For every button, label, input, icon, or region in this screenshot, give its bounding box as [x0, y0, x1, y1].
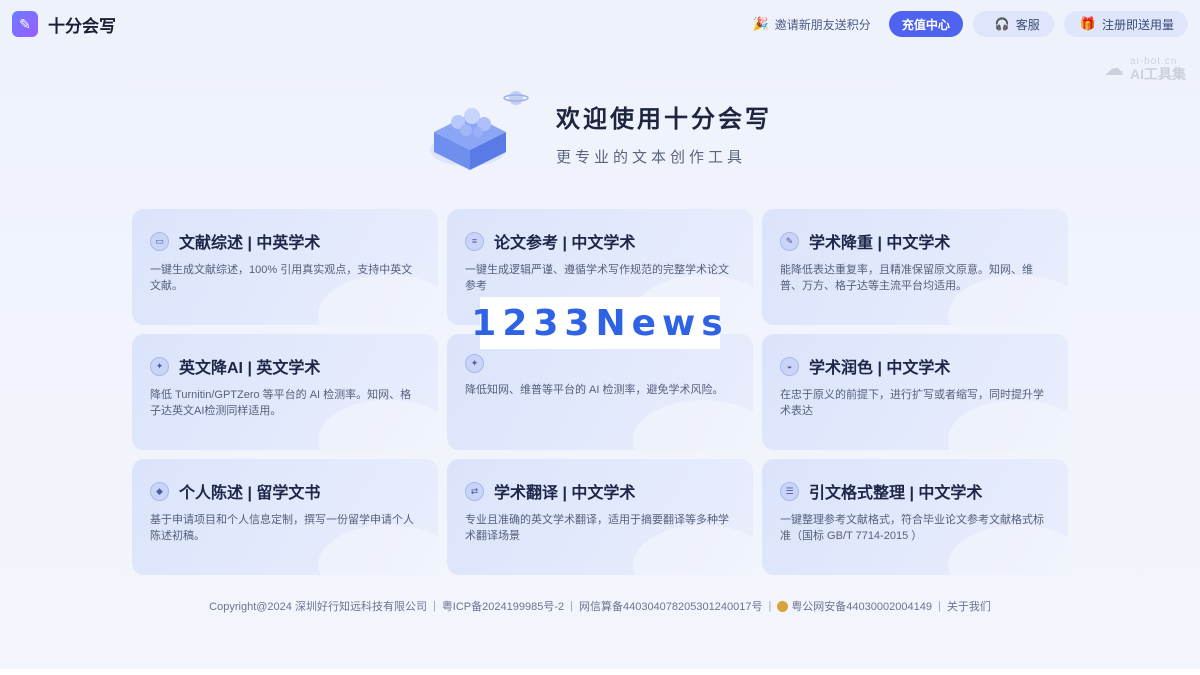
hero: 欢迎使用十分会写 更专业的文本创作工具 [428, 84, 772, 182]
paper-icon: ≡ [465, 231, 484, 251]
footer-police-text: 粤公网安备44030002004149 [791, 601, 932, 613]
invite-link[interactable]: 🎉 邀请新朋友送积分 [753, 16, 871, 33]
register-button[interactable]: 🎁 注册即送用量 [1063, 11, 1188, 37]
card-desc: 一键生成文献综述，100% 引用真实观点，支持中英文文献。 [150, 264, 413, 292]
footer-about-link[interactable]: 关于我们 [947, 598, 991, 614]
cube-illustration-icon [430, 91, 529, 170]
footer-copyright: Copyright@2024 深圳好行知远科技有限公司 [209, 601, 427, 613]
card-literature-review[interactable]: ▭ 文献综述 | 中英学术 一键生成文献综述，100% 引用真实观点，支持中英文… [132, 209, 438, 325]
footer-separator: | [432, 600, 436, 612]
card-desc: 一键整理参考文献格式，符合毕业论文参考文献格式标准（国标 GB/T 7714-2… [780, 514, 1044, 542]
watermark: ☁ ai-bot.cn AI工具集 [1104, 56, 1186, 81]
card-title: 学术润色 | 中文学术 [809, 360, 951, 377]
translate-icon: ⇄ [465, 481, 484, 501]
card-desc: 能降低表达重复率，且精准保留原文原意。知网、维普、万方、格子达等主流平台均适用。 [780, 264, 1033, 292]
headset-icon: 🎧 [994, 17, 1010, 31]
card-title: 英文降AI | 英文学术 [179, 360, 321, 377]
register-label: 注册即送用量 [1101, 17, 1174, 32]
card-academic-rewrite[interactable]: ✎ 学术降重 | 中文学术 能降低表达重复率，且精准保留原文原意。知网、维普、万… [762, 209, 1068, 325]
card-title: 学术降重 | 中文学术 [809, 235, 951, 252]
watermark-line1: ai-bot.cn [1130, 55, 1178, 67]
footer-police-link[interactable]: 粤公网安备44030002004149 [777, 598, 932, 614]
card-academic-polish[interactable]: ◒ 学术润色 | 中文学术 在忠于原义的前提下，进行扩写或者缩写，同时提升学术表… [762, 334, 1068, 450]
card-desc: 一键生成逻辑严谨、遵循学术写作规范的完整学术论文参考 [465, 264, 729, 292]
list-icon: ☰ [780, 481, 799, 501]
ai-icon: ✦ [150, 356, 169, 376]
invite-label: 邀请新朋友送积分 [774, 17, 871, 32]
card-desc: 降低知网、维普等平台的 AI 检测率，避免学术风险。 [465, 384, 724, 396]
footer-icp-link[interactable]: 粤ICP备2024199985号-2 [442, 598, 564, 614]
edit-icon: ✎ [780, 231, 799, 251]
bottom-bar [0, 669, 1200, 675]
logo[interactable]: ✎ 十分会写 [12, 11, 116, 37]
card-academic-translation[interactable]: ⇄ 学术翻译 | 中文学术 专业且准确的英文学术翻译，适用于摘要翻译等多种学术翻… [447, 459, 753, 575]
card-desc: 基于申请项目和个人信息定制，撰写一份留学申请个人陈述初稿。 [150, 514, 414, 542]
feature-grid: ▭ 文献综述 | 中英学术 一键生成文献综述，100% 引用真实观点，支持中英文… [132, 209, 1068, 575]
card-english-reduce-ai[interactable]: ✦ 英文降AI | 英文学术 降低 Turnitin/GPTZero 等平台的 … [132, 334, 438, 450]
polish-icon: ◒ [780, 356, 799, 376]
hero-subtitle: 更专业的文本创作工具 [556, 149, 747, 166]
top-bar: ✎ 十分会写 🎉 邀请新朋友送积分 充值中心 🎧 客服 🎁 注册即送用量 [0, 0, 1200, 48]
pen-logo-icon: ✎ [12, 11, 38, 37]
footer-separator: | [768, 600, 772, 612]
card-chinese-reduce-ai[interactable]: ✦ 降低知网、维普等平台的 AI 检测率，避免学术风险。 [447, 334, 753, 450]
card-desc: 在忠于原义的前提下，进行扩写或者缩写，同时提升学术表达 [780, 389, 1044, 417]
document-icon: ▭ [150, 231, 169, 251]
gift-icon: 🎁 [1079, 16, 1096, 31]
recharge-button[interactable]: 充值中心 [888, 11, 963, 37]
watermark-line2: AI工具集 [1130, 65, 1186, 82]
card-title: 个人陈述 | 留学文书 [179, 485, 321, 502]
footer: Copyright@2024 深圳好行知远科技有限公司 | 粤ICP备20241… [0, 598, 1200, 614]
footer-separator: | [570, 600, 573, 612]
ai-icon: ✦ [465, 354, 484, 373]
app-name: 十分会写 [48, 16, 116, 36]
card-title: 论文参考 | 中文学术 [494, 235, 636, 252]
card-title: 文献综述 | 中英学术 [179, 235, 321, 252]
party-popper-icon: 🎉 [752, 16, 769, 31]
footer-algorithm-link[interactable]: 网信算备440304078205301240017号 [579, 598, 762, 614]
card-title: 学术翻译 | 中文学术 [494, 485, 636, 502]
footer-separator: | [937, 600, 941, 612]
card-personal-statement[interactable]: ◆ 个人陈述 | 留学文书 基于申请项目和个人信息定制，撰写一份留学申请个人陈述… [132, 459, 438, 575]
service-button[interactable]: 🎧 客服 [972, 11, 1054, 37]
watermark-logo-icon: ☁ [1104, 58, 1124, 80]
service-label: 客服 [1015, 17, 1040, 32]
graduation-icon: ◆ [150, 481, 169, 501]
overlay-text: 1233News [471, 302, 729, 344]
police-badge-icon [777, 600, 789, 612]
hero-title: 欢迎使用十分会写 [556, 106, 772, 133]
card-desc: 专业且准确的英文学术翻译，适用于摘要翻译等多种学术翻译场景 [465, 514, 729, 542]
card-citation-format[interactable]: ☰ 引文格式整理 | 中文学术 一键整理参考文献格式，符合毕业论文参考文献格式标… [762, 459, 1068, 575]
overlay-banner: 1233News [471, 297, 723, 349]
card-title: 引文格式整理 | 中文学术 [809, 485, 983, 502]
card-desc: 降低 Turnitin/GPTZero 等平台的 AI 检测率。知网、格子达英文… [150, 389, 412, 417]
